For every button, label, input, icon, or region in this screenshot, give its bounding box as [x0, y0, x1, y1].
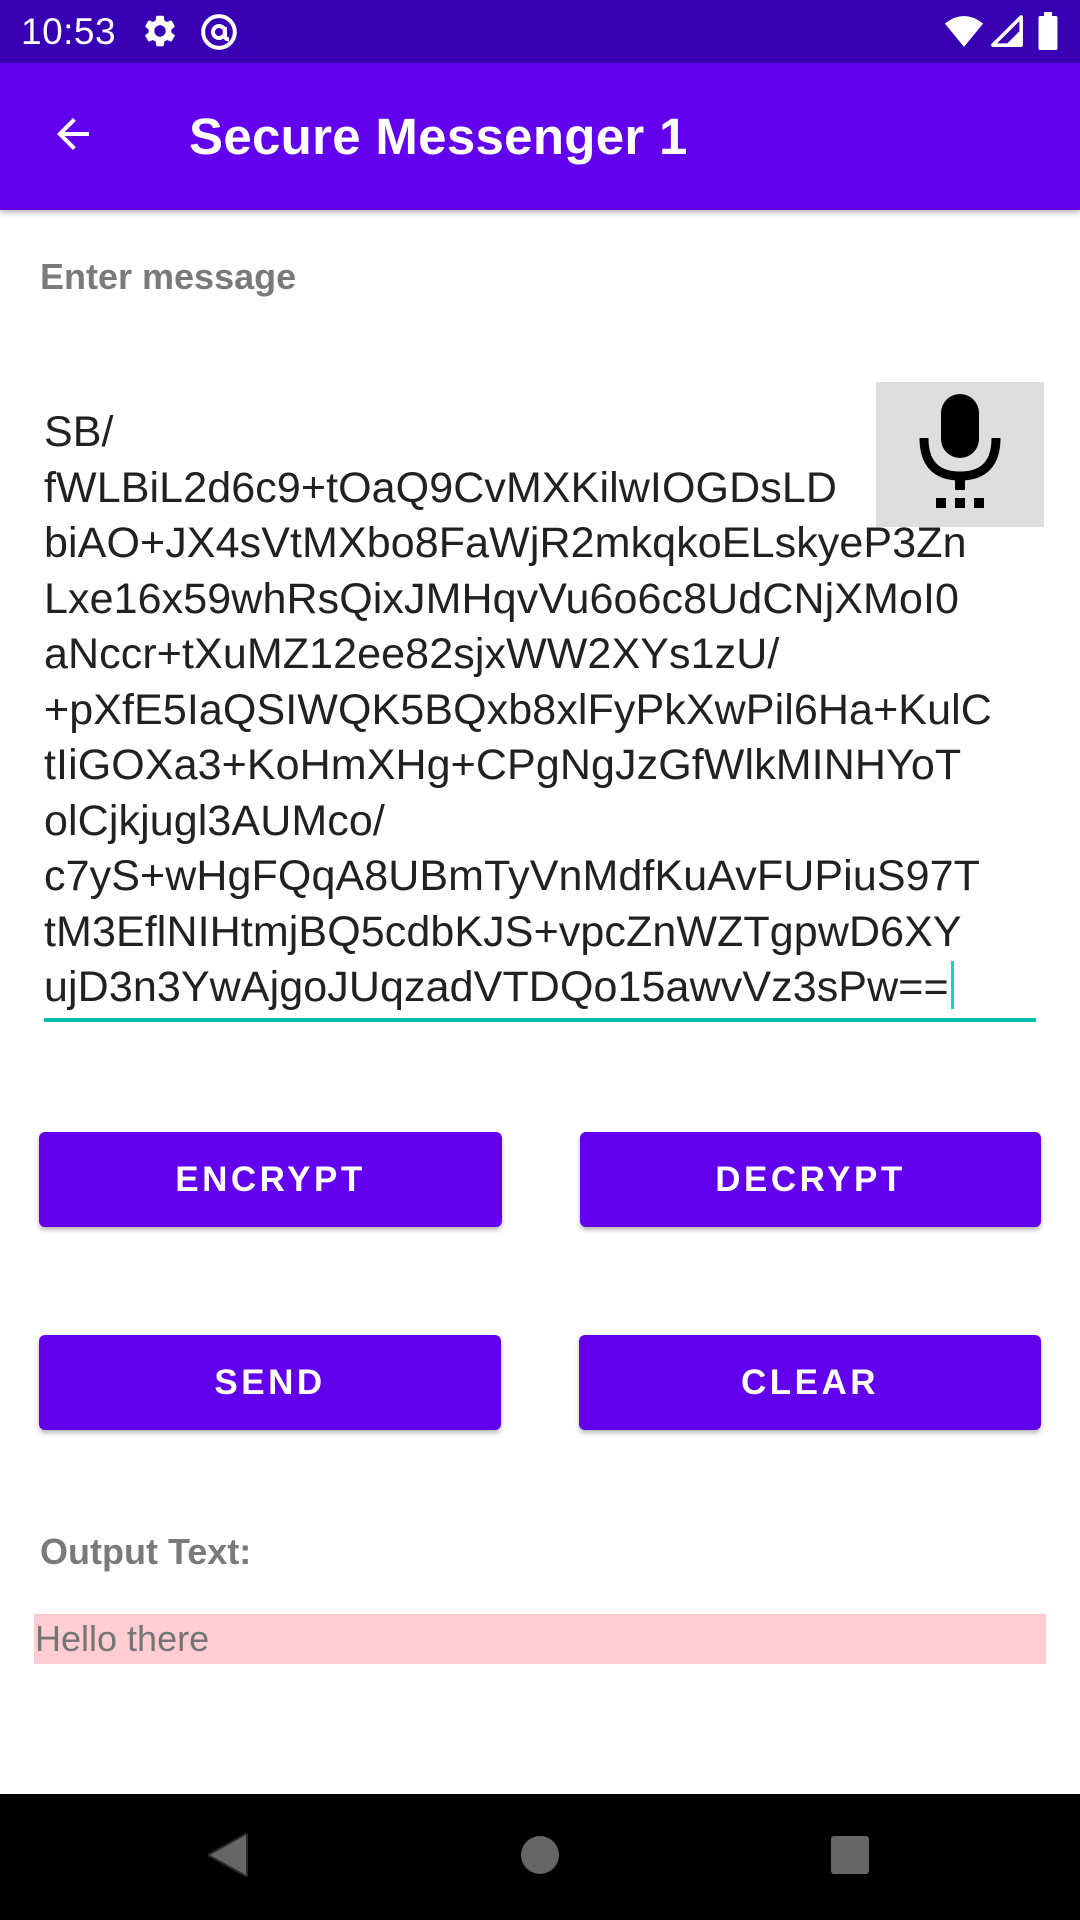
message-line: fWLBiL2d6c9+tOaQ9CvMXKilwIOGDsLD — [44, 463, 837, 512]
message-line: ujD3n3YwAjgoJUqzadVTDQo15awvVz3sPw== — [44, 963, 949, 1011]
status-time: 10:53 — [21, 11, 117, 52]
message-line: c7yS+wHgFQqA8UBmTyVnMdfKuAvFUPiuS97T — [44, 852, 981, 900]
message-label: Enter message — [40, 256, 297, 297]
output-label: Output Text: — [40, 1531, 252, 1572]
nav-home-button[interactable] — [495, 1821, 585, 1893]
arrow-back-icon — [49, 110, 97, 163]
message-line: biAO+JX4sVtMXbo8FaWjR2mkqkoELskyeP3Zn — [44, 519, 967, 567]
message-line: Lxe16x59whRsQixJMHqvVu6o6c8UdCNjXMoI0 — [44, 574, 960, 623]
message-line: tM3EflNIHtmjBQ5cdbKJS+vpcZnWZTgpwD6XY — [44, 907, 962, 956]
nav-back-button[interactable] — [183, 1821, 273, 1893]
wifi-icon — [944, 14, 984, 53]
app-bar: Secure Messenger 1 — [0, 63, 1080, 210]
voice-input-button[interactable] — [876, 382, 1044, 527]
send-button[interactable]: SEND — [39, 1335, 501, 1430]
page-title: Secure Messenger 1 — [189, 108, 688, 165]
signal-icon — [990, 14, 1024, 53]
battery-icon — [1038, 12, 1058, 55]
message-line: olCjkjugl3AUMco/ — [44, 796, 385, 845]
output-box: Hello there — [34, 1614, 1046, 1664]
clear-button[interactable]: CLEAR — [579, 1335, 1041, 1430]
encrypt-button[interactable]: ENCRYPT — [39, 1132, 502, 1227]
microphone-icon — [912, 390, 1008, 519]
gear-icon — [141, 12, 179, 55]
navigation-bar — [0, 1794, 1080, 1920]
back-triangle-icon — [206, 1831, 250, 1884]
nav-recents-button[interactable] — [805, 1821, 895, 1893]
message-line: aNccr+tXuMZ12ee82sjxWW2XYs1zU/ — [44, 630, 780, 678]
status-bar: 10:53 — [0, 0, 1080, 63]
output-text: Hello there — [35, 1618, 210, 1659]
decrypt-button[interactable]: DECRYPT — [580, 1132, 1041, 1227]
message-line: SB/ — [44, 408, 114, 456]
message-line: tIiGOXa3+KoHmXHg+CPgNgJzGfWlkMINHYoT — [44, 741, 962, 789]
recents-square-icon — [830, 1835, 870, 1880]
input-underline — [44, 1018, 1036, 1022]
message-line: +pXfE5IaQSIWQK5BQxb8xlFyPkXwPil6Ha+KulC — [44, 685, 992, 734]
back-button[interactable] — [28, 99, 118, 173]
text-cursor — [950, 961, 954, 1009]
home-circle-icon — [519, 1834, 561, 1881]
at-sign-icon — [199, 12, 239, 57]
